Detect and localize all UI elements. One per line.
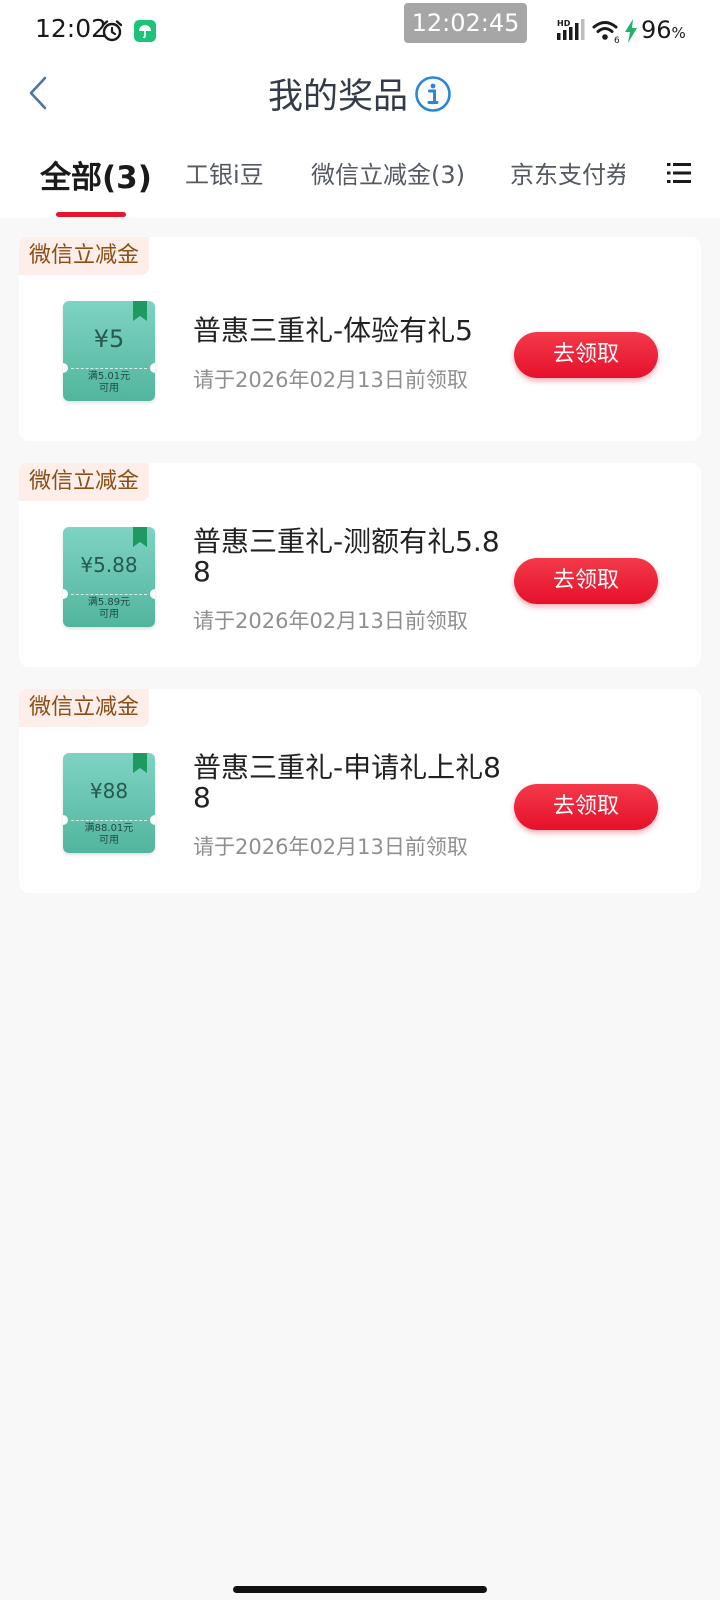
claim-button[interactable]: 去领取 [514,784,658,830]
coupon-ticket: ¥5 满5.01元 可用 [63,301,155,401]
info-icon[interactable] [414,75,452,113]
coupon-ticket: ¥5.88 满5.89元 可用 [63,527,155,627]
claim-deadline: 请于2026年02月13日前领取 [193,835,468,859]
coupon-condition-min: 满5.01元 [87,371,131,382]
coupon-divider [71,368,147,369]
prize-type-tag: 微信立减金 [19,689,150,727]
svg-text:6: 6 [614,36,620,44]
coupon-condition-usable: 可用 [99,609,119,620]
coupon-condition: 满5.89元 可用 [63,597,155,621]
bookmark-icon [133,753,147,773]
coupon-condition-usable: 可用 [99,383,119,394]
battery-unit: % [671,24,686,42]
claim-button[interactable]: 去领取 [514,558,658,604]
coupon-condition-min: 满88.01元 [84,823,134,834]
prize-name: 普惠三重礼-申请礼上礼88 [193,751,501,814]
status-time: 12:02 [35,14,108,43]
header-title-group: 我的奖品 [0,68,720,119]
coupon-condition-min: 满5.89元 [87,597,131,608]
tab-icbc-beans[interactable]: 工银i豆 [185,155,264,190]
battery-level: 96% [641,16,686,44]
battery-value: 96 [641,16,672,44]
page-title: 我的奖品 [267,77,408,117]
bookmark-icon [133,527,147,547]
coupon-divider [71,820,147,821]
prize-name: 普惠三重礼-测额有礼5.88 [193,525,500,588]
coupon-condition-usable: 可用 [99,835,119,846]
prize-card: 微信立减金 ¥88 满88.01元 可用 普惠三重礼-申请礼上礼88 请于202… [19,689,701,893]
coupon-amount: ¥88 [89,779,129,803]
claim-deadline: 请于2026年02月13日前领取 [193,609,468,633]
tab-jd-pay-coupons[interactable]: 京东支付券 [510,155,625,190]
notification-app-icon [134,20,156,42]
prize-name: 普惠三重礼-体验有礼5 [193,314,473,347]
list-menu-icon[interactable] [667,163,691,183]
coupon-ticket: ¥88 满88.01元 可用 [63,753,155,853]
prize-card: 微信立减金 ¥5 满5.01元 可用 普惠三重礼-体验有礼5 请于2026年02… [19,237,701,441]
wifi-icon: 6 [592,21,620,44]
prize-type-tag: 微信立减金 [19,237,150,275]
coupon-divider [71,594,147,595]
coupon-amount: ¥5.88 [80,553,138,577]
coupon-amount: ¥5 [93,325,125,353]
prize-card: 微信立减金 ¥5.88 满5.89元 可用 普惠三重礼-测额有礼5.88 请于2… [19,463,701,667]
tab-all[interactable]: 全部(3) [40,152,152,197]
signal-hd-icon: HD [557,19,585,40]
coupon-condition: 满88.01元 可用 [63,823,155,847]
bookmark-icon [133,301,147,321]
home-indicator[interactable] [233,1586,487,1593]
claim-button[interactable]: 去领取 [514,332,658,378]
charging-bolt-icon [625,19,637,43]
svg-text:HD: HD [557,19,571,28]
alarm-clock-icon [101,20,123,42]
prize-type-tag: 微信立减金 [19,463,150,501]
claim-deadline: 请于2026年02月13日前领取 [193,368,468,392]
coupon-condition: 满5.01元 可用 [63,371,155,395]
tab-wechat-coupons[interactable]: 微信立减金(3) [311,155,465,190]
active-tab-indicator [56,212,126,217]
clock-overlay: 12:02:45 [404,3,527,43]
